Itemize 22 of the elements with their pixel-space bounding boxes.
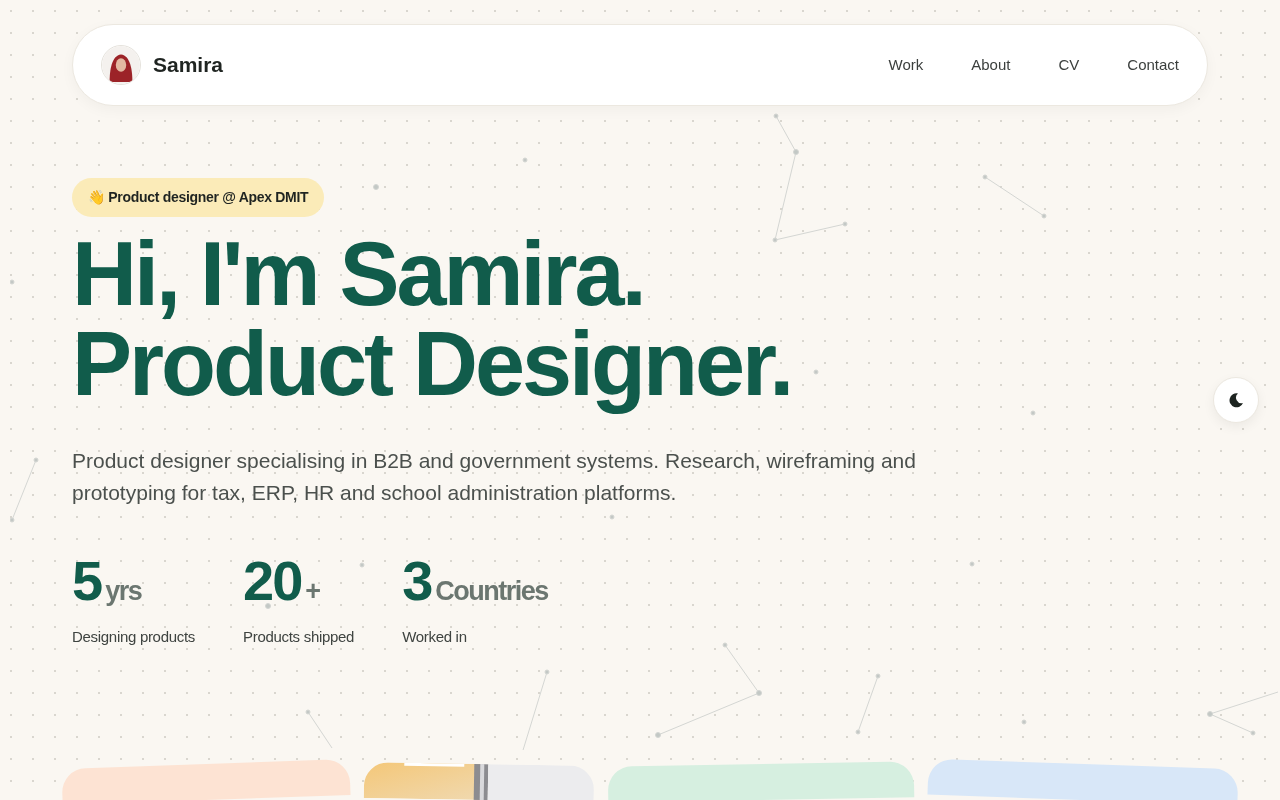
stat-label: Products shipped: [243, 626, 355, 647]
nav-link[interactable]: Work: [888, 53, 924, 77]
brand-name[interactable]: Samira: [153, 49, 224, 81]
stat-label: Designing products: [72, 626, 195, 647]
project-card[interactable]: [607, 761, 915, 800]
avatar-icon: [101, 45, 141, 85]
dark-mode-toggle[interactable]: [1213, 377, 1259, 423]
hero-description: Product designer specialising in B2B and government systems. Research, wireframing and prototyping for tax, ERP, HR and school administration platforms.: [72, 448, 917, 506]
moon-icon: [1228, 392, 1244, 408]
nav-link[interactable]: CV: [1058, 53, 1080, 77]
nav-link[interactable]: Contact: [1127, 53, 1179, 77]
role-badge: 👋 Product designer @ Apex DMIT: [72, 178, 325, 217]
stat-unit: yrs: [105, 575, 142, 608]
stat-value: 3: [402, 553, 432, 609]
stat-value: 5: [72, 553, 102, 609]
stat-value: 20: [243, 553, 302, 609]
project-card[interactable]: [927, 758, 1239, 800]
hero-heading: Hi, I'm Samira. Product Designer.: [72, 229, 793, 415]
stat-unit: Countries: [435, 575, 548, 608]
stat-unit: +: [305, 575, 320, 608]
nav-link[interactable]: About: [971, 53, 1011, 77]
stat-label: Worked in: [402, 626, 468, 647]
